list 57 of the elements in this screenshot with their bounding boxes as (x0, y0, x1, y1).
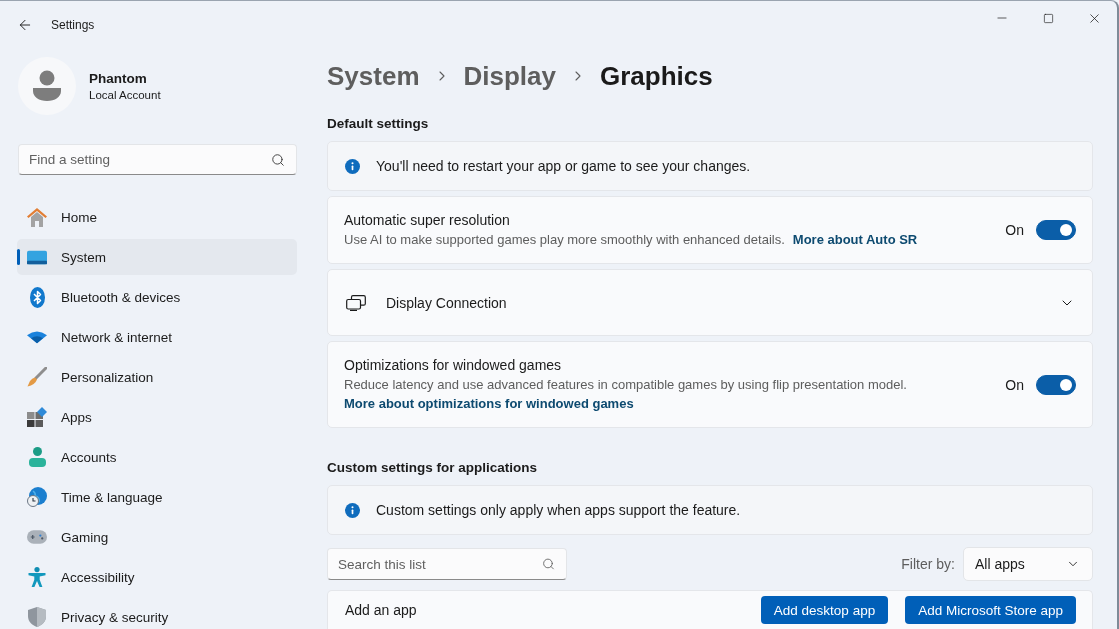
info-text: You'll need to restart your app or game to see your changes. (376, 158, 751, 174)
filter-label: Filter by: (901, 556, 955, 572)
apps-grid-icon (27, 407, 47, 427)
monitor-icon (27, 249, 47, 265)
filter-dropdown[interactable]: All apps (963, 547, 1093, 581)
breadcrumb-link[interactable]: System (327, 60, 420, 92)
account-type: Local Account (89, 89, 161, 101)
info-text: Custom settings only apply when apps support the feature. (376, 502, 741, 518)
nav-item[interactable]: Bluetooth & devices (17, 279, 297, 315)
primary-button[interactable]: Add Microsoft Store app (905, 596, 1076, 624)
nav-item[interactable]: Gaming (17, 519, 297, 555)
list-search-field[interactable]: Search this list (327, 548, 567, 580)
expander-card[interactable]: Display Connection (327, 269, 1093, 336)
setting-title: Automatic super resolution (344, 211, 511, 230)
toggle-switch[interactable] (1036, 220, 1076, 240)
nav-item[interactable]: Privacy & security (17, 599, 297, 629)
nav-item[interactable]: Accounts (17, 439, 297, 475)
nav-item[interactable]: Time & language (17, 479, 297, 515)
shield-icon (28, 607, 46, 627)
nav-item[interactable]: System (17, 239, 297, 275)
avatar-icon (18, 57, 76, 115)
monitors-icon (346, 294, 366, 311)
nav-item[interactable]: Accessibility (17, 559, 297, 595)
nav-item[interactable]: Apps (17, 399, 297, 435)
setting-description: Use AI to make supported games play more smoothly with enhanced details. (344, 231, 785, 249)
add-app-label: Add an app (345, 602, 418, 618)
gamepad-icon (27, 530, 47, 544)
learn-more-link[interactable]: More about Auto SR (792, 230, 918, 249)
primary-button[interactable]: Add desktop app (760, 596, 889, 624)
paintbrush-icon (27, 367, 47, 387)
globe-clock-icon (27, 487, 47, 507)
window-title: Settings (51, 18, 95, 32)
person-icon (28, 447, 46, 467)
accessibility-icon (28, 567, 46, 587)
setting-description: Reduce latency and use advanced features in compatible games by using flip presentation model. (344, 376, 907, 394)
wifi-icon (27, 330, 47, 344)
setting-title: Optimizations for windowed games (344, 356, 563, 375)
learn-more-link[interactable]: More about optimizations for windowed games (344, 394, 634, 413)
search-field[interactable]: Find a setting (18, 144, 297, 175)
nav-item[interactable]: Network & internet (17, 319, 297, 355)
account-name: Phantom (89, 71, 148, 86)
toggle-state-label: On (1005, 376, 1024, 393)
search-icon (542, 557, 555, 571)
maximize-icon[interactable] (1042, 12, 1054, 24)
search-icon (271, 152, 285, 167)
nav-item[interactable]: Home (17, 199, 297, 235)
house-icon (27, 207, 47, 227)
toggle-switch[interactable] (1036, 374, 1076, 395)
section-heading: Default settings (327, 116, 430, 131)
page-title: Graphics (600, 60, 713, 92)
breadcrumb-link[interactable]: Display (463, 60, 556, 92)
toggle-state-label: On (1005, 222, 1024, 238)
bluetooth-icon (29, 286, 45, 308)
info-icon (345, 158, 360, 174)
info-icon (345, 502, 360, 518)
section-heading: Custom settings for applications (327, 460, 539, 475)
nav-item[interactable]: Personalization (17, 359, 297, 395)
